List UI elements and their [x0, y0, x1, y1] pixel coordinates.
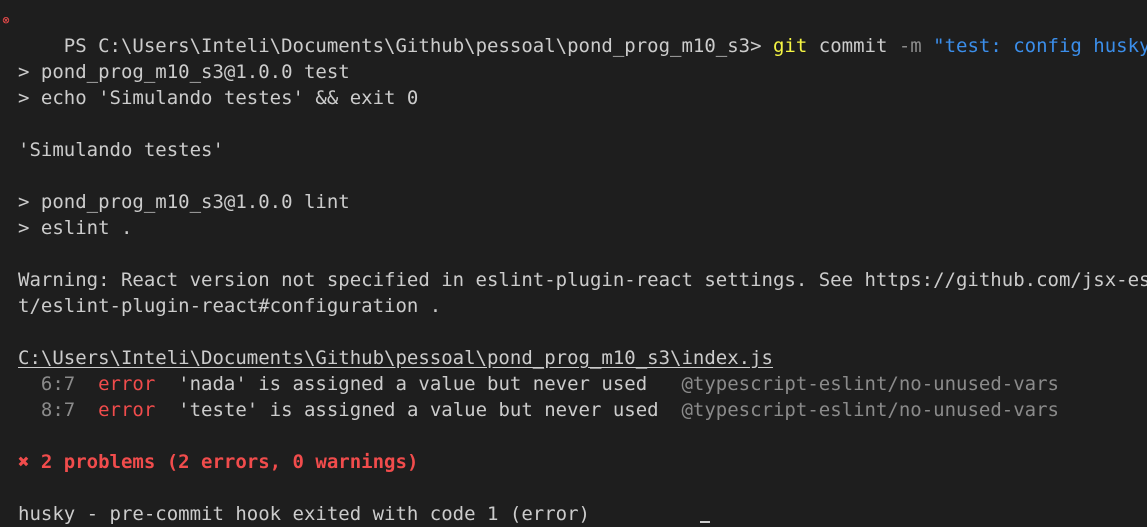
husky-footer-line: husky - pre-commit hook exited with code…: [18, 503, 590, 525]
prompt-line: ⊗ PS C:\Users\Inteli\Documents\Github\pes…: [0, 7, 1147, 57]
output-line: > pond_prog_m10_s3@1.0.0 lint: [18, 191, 350, 213]
lint-error-row: 8:7 error 'teste' is assigned a value bu…: [0, 397, 1147, 423]
error-message: 'teste' is assigned a value but never us…: [155, 399, 682, 421]
error-marker-icon[interactable]: ⊗: [0, 14, 12, 26]
error-rule: @typescript-eslint/no-unused-vars: [681, 373, 1059, 395]
terminal-output: ⊗ PS C:\Users\Inteli\Documents\Github\pes…: [0, 7, 1147, 527]
error-rule: @typescript-eslint/no-unused-vars: [681, 399, 1059, 421]
error-message: 'nada' is assigned a value but never use…: [155, 373, 682, 395]
output-line: > pond_prog_m10_s3@1.0.0 test: [18, 61, 350, 83]
warning-line: t/eslint-plugin-react#configuration .: [18, 295, 442, 317]
output-line: 'Simulando testes': [18, 139, 224, 161]
error-level: error: [98, 399, 156, 421]
summary-line: ✖ 2 problems (2 errors, 0 warnings): [0, 449, 1147, 475]
file-path-line: C:\Users\Inteli\Documents\Github\pessoal…: [0, 345, 1147, 371]
output-line: > eslint .: [18, 217, 133, 239]
file-path-link[interactable]: C:\Users\Inteli\Documents\Github\pessoal…: [18, 347, 773, 369]
error-level: error: [98, 373, 156, 395]
error-location: 8:7: [18, 399, 99, 421]
lint-error-row: 6:7 error 'nada' is assigned a value but…: [0, 371, 1147, 397]
error-location: 6:7: [18, 373, 99, 395]
problems-summary: 2 problems (2 errors, 0 warnings): [29, 451, 419, 473]
warning-line: Warning: React version not specified in …: [18, 269, 1147, 291]
problems-x-icon: ✖: [18, 451, 30, 473]
output-line: > echo 'Simulando testes' && exit 0: [18, 87, 419, 109]
terminal-cursor: [700, 521, 710, 523]
